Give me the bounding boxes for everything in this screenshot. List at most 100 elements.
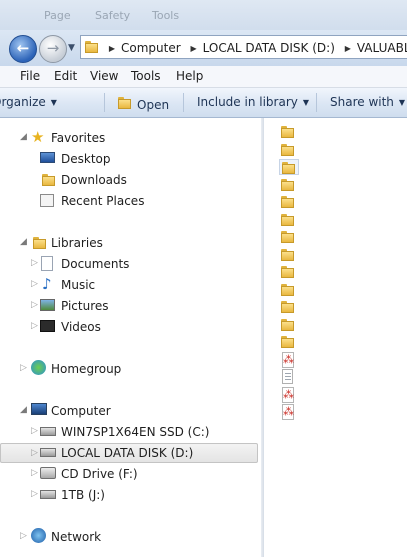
file-item[interactable] bbox=[279, 212, 299, 228]
folder-icon bbox=[281, 179, 294, 191]
file-item[interactable] bbox=[279, 247, 299, 263]
chevron-down-icon: ▼ bbox=[50, 98, 57, 107]
nav-computer[interactable]: ◢ Computer bbox=[0, 401, 262, 421]
menu-file[interactable]: File bbox=[20, 69, 40, 83]
collapse-arrow-icon[interactable]: ▷ bbox=[31, 300, 38, 310]
command-bar: Organize ▼ Open Include in library ▼ Share… bbox=[0, 88, 407, 118]
breadcrumb: ▶ Computer ▶ LOCAL DATA DISK (D:) ▶ VALUABL… bbox=[85, 40, 407, 55]
cd-drive-icon bbox=[40, 467, 56, 479]
menu-view[interactable]: View bbox=[90, 69, 118, 83]
nav-drive-j-label: 1TB (J:) bbox=[61, 488, 105, 502]
collapse-arrow-icon[interactable]: ▷ bbox=[31, 258, 38, 268]
nav-desktop-label: Desktop bbox=[61, 152, 111, 166]
system-drive-icon bbox=[40, 427, 56, 436]
share-with-button[interactable]: Share with ▼ bbox=[330, 95, 405, 109]
chevron-down-icon: ▼ bbox=[302, 98, 310, 107]
navigation-bar: ← → ▼ ▶ Computer ▶ LOCAL DATA DISK (D:) ▶ V… bbox=[0, 30, 407, 67]
music-note-icon: ♪ bbox=[42, 275, 52, 293]
file-item[interactable] bbox=[279, 282, 299, 298]
file-item[interactable] bbox=[279, 159, 299, 175]
file-item[interactable] bbox=[279, 177, 299, 193]
chevron-right-icon[interactable]: ▶ bbox=[190, 44, 196, 53]
file-item[interactable] bbox=[279, 264, 299, 280]
divider bbox=[316, 93, 317, 112]
folder-icon bbox=[281, 231, 294, 243]
menu-edit[interactable]: Edit bbox=[54, 69, 77, 83]
collapse-arrow-icon[interactable]: ▷ bbox=[31, 448, 38, 458]
nav-drive-f[interactable]: ▷ CD Drive (F:) bbox=[0, 464, 262, 484]
nav-libraries[interactable]: ◢ Libraries bbox=[0, 233, 262, 253]
nav-drive-d[interactable]: ▷ LOCAL DATA DISK (D:) bbox=[0, 443, 258, 463]
recent-pages-chevron-icon[interactable]: ▼ bbox=[68, 43, 75, 53]
share-label: Share with bbox=[330, 95, 394, 109]
collapse-arrow-icon[interactable]: ▷ bbox=[31, 279, 38, 289]
collapse-arrow-icon[interactable]: ▷ bbox=[31, 426, 38, 436]
file-item[interactable] bbox=[279, 142, 299, 158]
collapse-arrow-icon[interactable]: ▷ bbox=[31, 321, 38, 331]
expand-arrow-icon[interactable]: ◢ bbox=[20, 132, 27, 142]
file-item[interactable] bbox=[279, 317, 299, 333]
folder-icon bbox=[281, 196, 294, 208]
file-item[interactable] bbox=[279, 334, 299, 350]
include-in-library-button[interactable]: Include in library ▼ bbox=[197, 95, 309, 109]
nav-videos[interactable]: ▷ Videos bbox=[0, 317, 262, 337]
desktop-icon bbox=[40, 152, 55, 163]
file-item[interactable] bbox=[279, 299, 299, 315]
breadcrumb-local-data-disk[interactable]: LOCAL DATA DISK (D:) bbox=[203, 41, 335, 55]
file-item[interactable] bbox=[279, 194, 299, 210]
collapse-arrow-icon[interactable]: ▷ bbox=[20, 363, 27, 373]
organize-button[interactable]: Organize ▼ bbox=[0, 95, 57, 109]
file-item[interactable] bbox=[279, 369, 299, 385]
collapse-arrow-icon[interactable]: ▷ bbox=[20, 531, 27, 541]
safety-menu: Safety bbox=[95, 9, 131, 22]
nav-libraries-label: Libraries bbox=[51, 236, 103, 250]
folder-icon bbox=[281, 249, 294, 261]
collapse-arrow-icon[interactable]: ▷ bbox=[31, 489, 38, 499]
forward-button[interactable]: → bbox=[39, 35, 67, 63]
back-button[interactable]: ← bbox=[9, 35, 37, 63]
file-item[interactable] bbox=[279, 387, 299, 403]
file-item[interactable] bbox=[279, 352, 299, 368]
nav-desktop[interactable]: Desktop bbox=[0, 149, 262, 169]
folder-icon bbox=[85, 41, 99, 53]
breadcrumb-current-folder[interactable]: VALUABLE_I bbox=[357, 41, 407, 55]
nav-favorites[interactable]: ◢ ★ Favorites bbox=[0, 128, 262, 148]
menu-bar: File Edit View Tools Help bbox=[0, 66, 407, 88]
nav-computer-label: Computer bbox=[51, 404, 111, 418]
chevron-right-icon[interactable]: ▶ bbox=[109, 44, 115, 53]
nav-music[interactable]: ▷ ♪ Music bbox=[0, 275, 262, 295]
nav-recent-places[interactable]: Recent Places bbox=[0, 191, 262, 211]
breadcrumb-computer[interactable]: Computer bbox=[121, 41, 181, 55]
nav-pictures[interactable]: ▷ Pictures bbox=[0, 296, 262, 316]
expand-arrow-icon[interactable]: ◢ bbox=[20, 237, 27, 247]
nav-documents-label: Documents bbox=[61, 257, 130, 271]
downloads-folder-icon bbox=[40, 172, 56, 188]
pdf-icon bbox=[282, 404, 294, 420]
folder-icon bbox=[281, 336, 294, 348]
open-button[interactable]: Open bbox=[118, 95, 169, 112]
folder-icon bbox=[282, 162, 295, 174]
file-item[interactable] bbox=[279, 404, 299, 420]
chevron-right-icon[interactable]: ▶ bbox=[345, 44, 351, 53]
nav-network[interactable]: ▷ Network bbox=[0, 527, 262, 547]
file-item[interactable] bbox=[279, 124, 299, 140]
collapse-arrow-icon[interactable]: ▷ bbox=[31, 468, 38, 478]
menu-help[interactable]: Help bbox=[176, 69, 203, 83]
pane-splitter[interactable] bbox=[261, 118, 264, 557]
divider bbox=[104, 93, 105, 112]
nav-drive-c[interactable]: ▷ WIN7SP1X64EN SSD (C:) bbox=[0, 422, 262, 442]
file-item[interactable] bbox=[279, 229, 299, 245]
documents-icon bbox=[41, 256, 53, 271]
network-icon bbox=[31, 528, 46, 543]
expand-arrow-icon[interactable]: ◢ bbox=[20, 405, 27, 415]
address-bar[interactable]: ▶ Computer ▶ LOCAL DATA DISK (D:) ▶ VALUABL… bbox=[80, 35, 407, 59]
libraries-icon bbox=[31, 235, 47, 251]
nav-pictures-label: Pictures bbox=[61, 299, 109, 313]
nav-drive-j[interactable]: ▷ 1TB (J:) bbox=[0, 485, 262, 505]
tools-menu: Tools bbox=[152, 9, 180, 22]
nav-homegroup[interactable]: ▷ Homegroup bbox=[0, 359, 262, 379]
star-icon: ★ bbox=[31, 128, 45, 146]
nav-downloads[interactable]: Downloads bbox=[0, 170, 262, 190]
menu-tools[interactable]: Tools bbox=[131, 69, 161, 83]
nav-documents[interactable]: ▷ Documents bbox=[0, 254, 262, 274]
